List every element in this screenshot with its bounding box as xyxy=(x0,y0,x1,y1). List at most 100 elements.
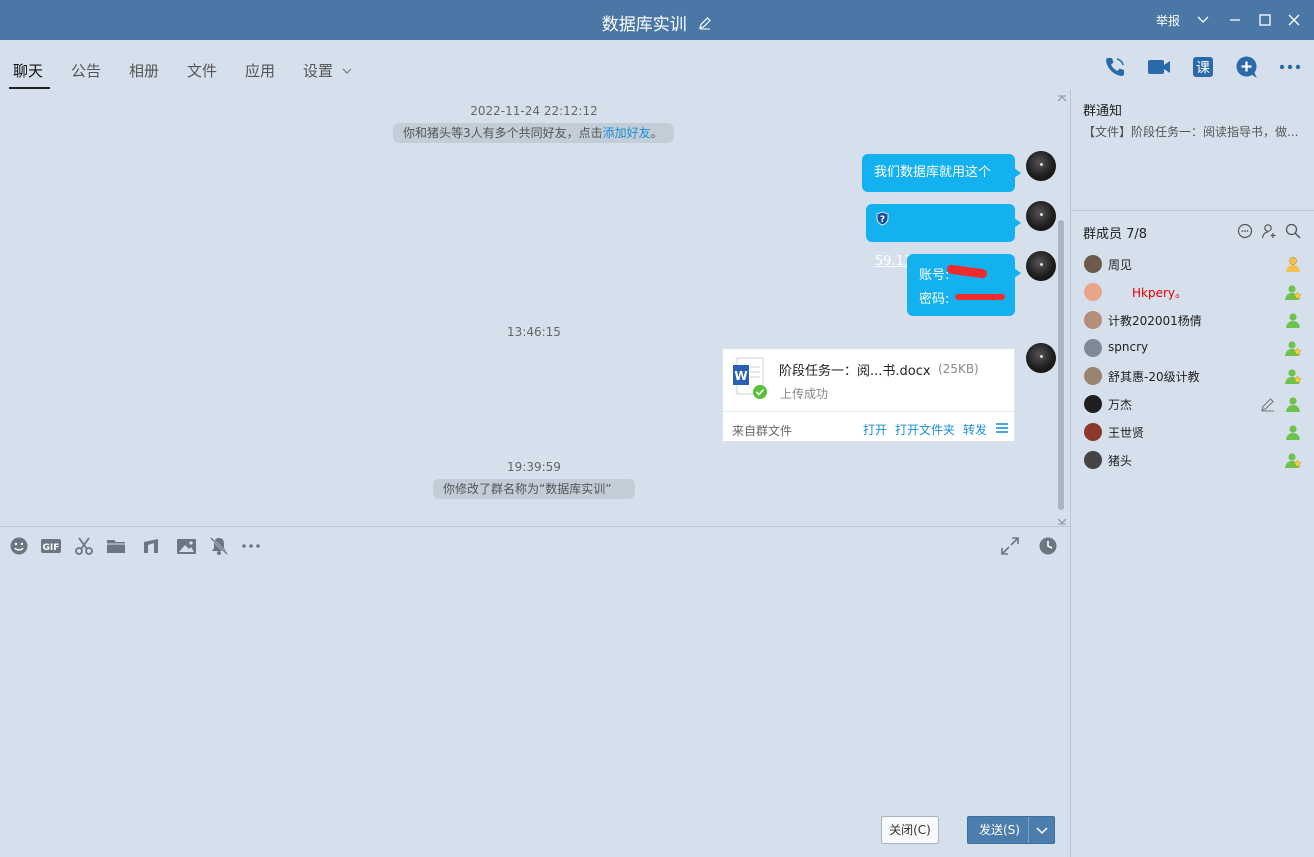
tab-apps[interactable]: 应用 xyxy=(245,60,275,81)
admin-role-icon xyxy=(1284,283,1302,301)
chevron-down-icon xyxy=(342,68,352,74)
group-notice-title: 群通知 xyxy=(1083,104,1123,119)
member-row[interactable]: 王世贤 xyxy=(1083,421,1307,443)
avatar[interactable] xyxy=(1026,151,1056,181)
video-call-icon[interactable] xyxy=(1146,54,1172,80)
scrollbar-thumb[interactable] xyxy=(1058,220,1064,510)
avatar[interactable] xyxy=(1026,343,1056,373)
group-notice-text[interactable]: 【文件】阶段任务一：阅读指导书，做... xyxy=(1083,123,1307,140)
avatar[interactable] xyxy=(1026,201,1056,231)
menu-icon[interactable] xyxy=(996,422,1008,438)
member-name: Hkpery。 xyxy=(1132,286,1188,300)
member-name: 万杰 xyxy=(1108,398,1133,412)
member-row[interactable]: Hkpery。 xyxy=(1083,281,1307,303)
avatar[interactable] xyxy=(1084,283,1102,301)
open-folder-link[interactable]: 打开文件夹 xyxy=(895,421,955,438)
tab-settings[interactable]: 设置 xyxy=(303,60,353,81)
title-bar: 数据库实训 举报 xyxy=(0,0,1314,40)
add-chat-icon[interactable] xyxy=(1234,54,1260,80)
course-icon[interactable]: 课 xyxy=(1190,54,1216,80)
member-row[interactable]: 周见 xyxy=(1083,253,1307,275)
maximize-icon[interactable] xyxy=(1255,10,1275,30)
member-row[interactable]: 舒其惠-20级计教 xyxy=(1083,365,1307,387)
edit-title-icon[interactable] xyxy=(698,15,712,35)
send-options-dropdown[interactable] xyxy=(1028,817,1054,843)
member-role-icon xyxy=(1284,311,1302,329)
member-name: 计教202001杨倩 xyxy=(1108,314,1202,328)
edit-icon[interactable] xyxy=(1260,396,1276,416)
file-source: 来自群文件 xyxy=(732,424,793,438)
divider xyxy=(1071,210,1314,211)
chevron-down-icon xyxy=(1036,827,1048,835)
open-file-link[interactable]: 打开 xyxy=(863,421,887,438)
avatar[interactable] xyxy=(1084,255,1102,273)
timestamp: 2022-11-24 22:12:12 xyxy=(470,104,598,118)
more-icon[interactable] xyxy=(1277,54,1303,80)
system-message: 你修改了群名称为“数据库实训” xyxy=(433,479,635,499)
member-name: 周见 xyxy=(1108,258,1133,272)
active-tab-indicator xyxy=(9,87,50,89)
phone-call-icon[interactable] xyxy=(1102,54,1128,80)
message-bubble[interactable]: 账号: 密码: xyxy=(907,254,1021,316)
course-icon-label: 课 xyxy=(1196,61,1210,77)
search-icon[interactable] xyxy=(1285,223,1301,239)
add-friend-link[interactable]: 添加好友 xyxy=(603,126,651,140)
message-text: 密码: xyxy=(919,292,950,307)
gif-icon[interactable]: GIF xyxy=(40,536,61,556)
scissors-icon[interactable] xyxy=(74,536,94,556)
mute-bell-icon[interactable] xyxy=(209,536,229,556)
system-message-suffix: 。 xyxy=(650,126,663,140)
avatar[interactable] xyxy=(1084,451,1102,469)
timestamp: 19:39:59 xyxy=(507,460,561,474)
member-role-icon xyxy=(1284,395,1302,413)
window-title-wrap: 数据库实训 xyxy=(0,10,1314,35)
system-message: 你和猪头等3人有多个共同好友，点击添加好友。 xyxy=(393,123,674,143)
folder-icon[interactable] xyxy=(106,536,126,556)
report-link[interactable]: 举报 xyxy=(1156,12,1180,29)
file-message-card[interactable]: W 阶段任务一：阅...书.docx (25KB) 上传成功 来自群文件 打开 … xyxy=(722,348,1015,442)
avatar[interactable] xyxy=(1026,251,1056,281)
avatar[interactable] xyxy=(1084,367,1102,385)
tab-album[interactable]: 相册 xyxy=(129,60,159,81)
music-note-icon[interactable] xyxy=(141,536,161,556)
avatar[interactable] xyxy=(1084,339,1102,357)
member-row[interactable]: 计教202001杨倩 xyxy=(1083,309,1307,331)
file-size: (25KB) xyxy=(938,362,979,376)
member-row[interactable]: spncry xyxy=(1083,337,1307,359)
avatar[interactable] xyxy=(1084,395,1102,413)
message-input[interactable] xyxy=(8,566,1063,806)
chat-messages[interactable]: 2022-11-24 22:12:12 你和猪头等3人有多个共同好友，点击添加好… xyxy=(0,90,1070,526)
member-name: spncry xyxy=(1108,340,1149,354)
shield-question-icon: ? xyxy=(875,204,890,242)
add-member-icon[interactable] xyxy=(1261,223,1277,239)
divider xyxy=(0,526,1070,527)
scroll-up-icon[interactable] xyxy=(1057,92,1067,107)
emoji-icon[interactable] xyxy=(9,536,29,556)
history-clock-icon[interactable] xyxy=(1038,536,1058,556)
minimize-icon[interactable] xyxy=(1225,10,1245,30)
message-bubble[interactable]: ? 59.110.25.50:8888 xyxy=(866,204,1021,269)
expand-icon[interactable] xyxy=(1000,536,1020,556)
avatar[interactable] xyxy=(1084,423,1102,441)
tab-files[interactable]: 文件 xyxy=(187,60,217,81)
member-row[interactable]: 猪头 xyxy=(1083,449,1307,471)
right-panel: 群通知 【文件】阶段任务一：阅读指导书，做... 群成员 7/8 周见 Hkper… xyxy=(1070,90,1314,857)
close-icon[interactable] xyxy=(1284,10,1304,30)
forward-link[interactable]: 转发 xyxy=(963,421,987,438)
tab-settings-label: 设置 xyxy=(303,62,334,80)
member-row[interactable]: 万杰 xyxy=(1083,393,1307,415)
more-icon[interactable] xyxy=(241,536,261,556)
avatar[interactable] xyxy=(1084,311,1102,329)
redaction-mark xyxy=(955,294,1005,300)
member-chat-icon[interactable] xyxy=(1237,223,1253,239)
close-button[interactable]: 关闭(C) xyxy=(881,816,939,844)
message-bubble[interactable]: 我们数据库就用这个吧 xyxy=(862,154,1021,218)
image-icon[interactable] xyxy=(176,536,196,556)
member-role-icon xyxy=(1284,423,1302,441)
svg-text:?: ? xyxy=(880,215,885,225)
timestamp: 13:46:15 xyxy=(507,325,561,339)
chevron-down-icon[interactable] xyxy=(1193,10,1213,30)
tab-announcement[interactable]: 公告 xyxy=(71,60,101,81)
send-button[interactable]: 发送(S) xyxy=(967,816,1055,844)
tab-chat[interactable]: 聊天 xyxy=(13,60,43,81)
